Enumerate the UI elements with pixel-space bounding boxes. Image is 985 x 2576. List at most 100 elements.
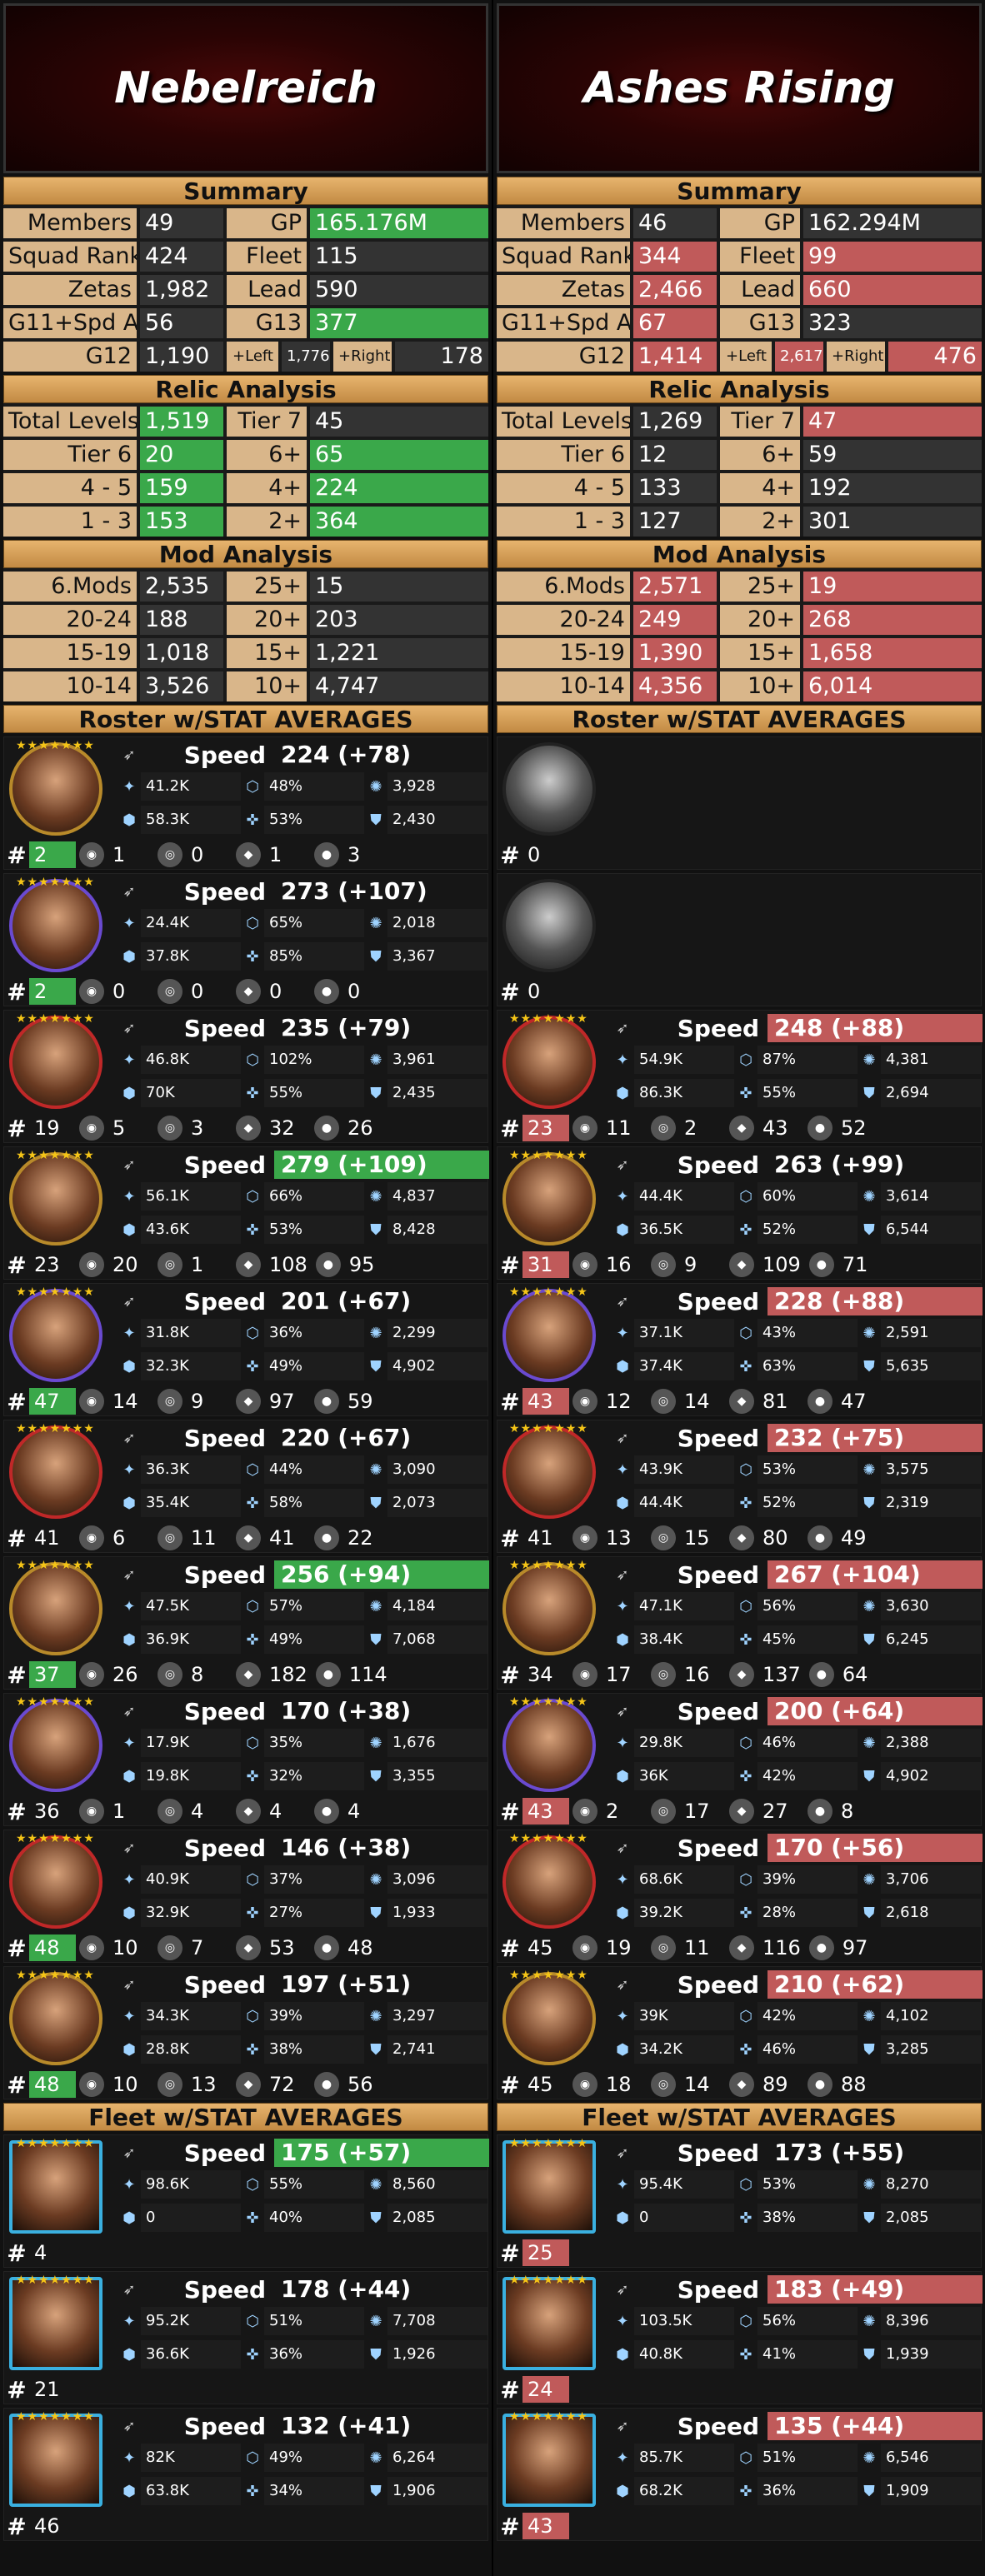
- speed-label: Speed: [677, 1424, 759, 1452]
- stat-icon: ⬡: [739, 1460, 752, 1479]
- unit-count: 2: [29, 978, 76, 1005]
- speed-label: Speed: [183, 2412, 266, 2440]
- stat-value: 3,961: [388, 1046, 488, 1074]
- breakdown-value: 19: [606, 1936, 632, 1959]
- stat-grid-row: ⬢ 86.3K ✜ 55% ⛊ 2,694: [611, 1079, 982, 1107]
- stat-icon: ✦: [122, 2175, 136, 2194]
- stat-value: 41%: [758, 2340, 858, 2369]
- unit-portrait: [9, 879, 102, 972]
- stat-label: G11+Spd Avg: [497, 308, 630, 338]
- breakdown-value: 2: [684, 1116, 698, 1140]
- hash-icon: #: [500, 841, 520, 869]
- fleet-card: ★★★★★★★ ➶ Speed 183 (+49) ✦ 103.5K ⬡ 56% ✺ 8,396 ⬢…: [497, 2271, 982, 2404]
- stat-cell: ✦ 31.8K: [118, 1319, 241, 1347]
- gear-icon: ◎: [651, 1116, 676, 1141]
- rarity-stars: ★★★★★★★: [16, 1286, 95, 1299]
- stat-icon: ⬢: [616, 1084, 629, 1102]
- stat-value: 34.3K: [141, 2002, 241, 2030]
- hash-icon: #: [500, 1797, 520, 1825]
- stat-cell: ✦ 103.5K: [611, 2307, 734, 2335]
- gear-icon: ◎: [651, 1799, 676, 1824]
- speed-label: Speed: [677, 1287, 759, 1315]
- stat-value: 323: [803, 308, 982, 338]
- stat-value: 1,658: [803, 638, 982, 668]
- stat-icon: ⬡: [246, 2312, 259, 2330]
- g12-label: G12: [497, 342, 630, 372]
- stat-value: 24.4K: [141, 909, 241, 937]
- stat-icon: ⬡: [739, 2312, 752, 2330]
- stat-value: 15: [310, 572, 488, 602]
- gear-icon: ◎: [158, 842, 182, 867]
- unit-card: ★★★★★★★ ➶ Speed 273 (+107) ✦ 24.4K ⬡ 65% ✺ 2,018 ⬢…: [3, 873, 488, 1006]
- stat-cell: ⬢ 37.4K: [611, 1352, 734, 1380]
- breakdown-value: 8: [191, 1663, 204, 1686]
- stat-cell: ✺ 3,630: [858, 1592, 981, 1620]
- stat-icon: ✜: [739, 1084, 752, 1102]
- speed-label: Speed: [183, 1424, 266, 1452]
- stat-icon: ⬡: [739, 2007, 752, 2025]
- stat-value: 65%: [264, 909, 364, 937]
- stat-label: Zetas: [3, 275, 137, 305]
- hash-icon: #: [7, 841, 27, 869]
- stat-grid-row: ⬢ 40.8K ✜ 41% ⛊ 1,939: [611, 2340, 982, 2369]
- stat-value: 36%: [264, 2340, 364, 2369]
- stat-icon: ⬢: [122, 2040, 136, 2059]
- gear-icon: ◎: [158, 1389, 182, 1414]
- speed-row: ➶ Speed 135 (+44): [611, 2412, 982, 2440]
- speed-value: 273 (+107): [281, 877, 428, 905]
- stat-row: 10-14 4,356 10+ 6,014: [497, 671, 982, 701]
- stat-cell: ✜ 27%: [241, 1899, 364, 1927]
- hash-icon: #: [500, 1934, 520, 1962]
- speed-icon: ➶: [122, 1565, 136, 1584]
- unit-count-row: #45 ◉ 18 ◎ 14 ◆ 89 ● 88: [498, 2070, 981, 2099]
- stat-grid: ✦ 36.3K ⬡ 44% ✺ 3,090 ⬢ 35.4K ✜ 58% ⛊ 2,073: [118, 1455, 489, 1522]
- unit-count: 43: [522, 1388, 569, 1415]
- stat-icon: ⬢: [616, 1630, 629, 1649]
- breakdown-value: 116: [762, 1936, 801, 1959]
- breakdown-value: 6: [112, 1526, 126, 1550]
- stat-value: 46: [633, 208, 717, 238]
- stat-grid-row: ✦ 95.2K ⬡ 51% ✺ 7,708: [118, 2307, 489, 2335]
- gear-icon: ◎: [651, 1389, 676, 1414]
- unit-card: ★★★★★★★ ➶ Speed 267 (+104) ✦ 47.1K ⬡ 56% ✺ 3,630 ⬢…: [497, 1556, 982, 1690]
- stat-value: 2,085: [881, 2204, 981, 2232]
- stat-icon: ✦: [122, 777, 136, 796]
- gear-icon: ◉: [572, 1116, 598, 1141]
- stat-cell: ✺ 6,264: [364, 2444, 488, 2472]
- stat-value: 47.5K: [141, 1592, 241, 1620]
- stat-label: 4+: [720, 473, 800, 503]
- stat-value: 59: [803, 440, 982, 470]
- unit-count-row: #19 ◉ 5 ◎ 3 ◆ 32 ● 26: [4, 1114, 488, 1142]
- gear-icon: ●: [315, 1252, 341, 1277]
- stat-cell: ✺ 3,961: [364, 1046, 488, 1074]
- stat-row: G11+Spd Avg67G13323: [497, 308, 982, 338]
- stat-value: 37%: [264, 1865, 364, 1894]
- speed-icon: ➶: [122, 2417, 136, 2435]
- stat-value: 28%: [758, 1899, 858, 1927]
- stat-cell: ✺ 3,706: [858, 1865, 981, 1894]
- unit-portrait: [9, 742, 102, 836]
- stat-label: 25+: [720, 572, 800, 602]
- rarity-stars: ★★★★★★★: [509, 2410, 588, 2424]
- stat-cell: ✜ 38%: [241, 2035, 364, 2064]
- stat-grid-row: ✦ 85.7K ⬡ 51% ✺ 6,546: [611, 2444, 982, 2472]
- stat-cell: ✦ 47.1K: [611, 1592, 734, 1620]
- stat-value: 1,982: [140, 275, 223, 305]
- breakdown-value: 7: [191, 1936, 204, 1959]
- hash-icon: #: [7, 1251, 27, 1279]
- stat-value: 2,694: [881, 1079, 981, 1107]
- roster-header: Roster w/STAT AVERAGES: [3, 705, 488, 733]
- breakdown-value: 0: [348, 980, 361, 1003]
- unit-portrait: [9, 1562, 102, 1655]
- stat-label: Total Levels: [497, 407, 630, 437]
- stat-grid-row: ✦ 17.9K ⬡ 35% ✺ 1,676: [118, 1729, 489, 1757]
- stat-icon: ⬡: [739, 1597, 752, 1615]
- breakdown-value: 22: [348, 1526, 373, 1550]
- unit-count-row: #4: [4, 2239, 488, 2267]
- stat-value: 46.8K: [141, 1046, 241, 1074]
- stat-cell: ⛊ 4,902: [858, 1762, 981, 1790]
- breakdown-value: 137: [762, 1663, 801, 1686]
- stat-value: 12: [633, 440, 717, 470]
- unit-card: ★★★★★★★ ➶ Speed 210 (+62) ✦ 39K ⬡ 42% ✺ 4,102 ⬢ 34.…: [497, 1966, 982, 2099]
- unit-portrait: [9, 1699, 102, 1792]
